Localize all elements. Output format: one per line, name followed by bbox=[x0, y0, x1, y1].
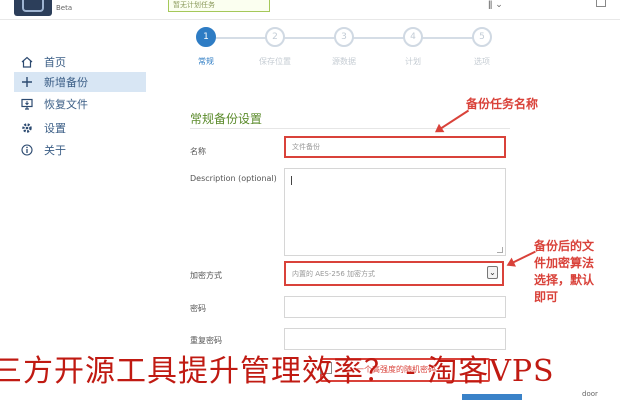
step-5-label: 选项 bbox=[474, 57, 490, 66]
name-input[interactable]: 文件备份 bbox=[284, 136, 506, 158]
info-icon bbox=[20, 143, 34, 157]
sidebar-item-about[interactable]: 关于 bbox=[20, 140, 148, 160]
sidebar-item-settings[interactable]: 设置 bbox=[20, 118, 148, 138]
gear-icon bbox=[20, 121, 34, 135]
annotation-line: 即可 bbox=[534, 290, 559, 304]
home-icon bbox=[20, 55, 34, 69]
repeat-password-label: 重复密码 bbox=[190, 336, 222, 345]
name-label: 名称 bbox=[190, 147, 206, 156]
schedule-notice: 暂无计划任务 bbox=[168, 0, 270, 12]
annotation-line: 件加密算法 bbox=[534, 256, 595, 270]
step-3-label: 源数据 bbox=[332, 57, 356, 66]
chevron-down-icon[interactable]: ⌄ bbox=[487, 266, 498, 279]
annotation-arrow-name bbox=[439, 109, 470, 130]
step-3-circle[interactable]: 3 bbox=[334, 27, 354, 47]
step-1-circle[interactable]: 1 bbox=[196, 27, 216, 47]
step-4-circle[interactable]: 4 bbox=[403, 27, 423, 47]
step-5-circle[interactable]: 5 bbox=[472, 27, 492, 47]
pause-icon[interactable]: ǁ ⌄ bbox=[488, 0, 503, 10]
sidebar-item-label: 恢复文件 bbox=[44, 98, 88, 111]
text-caret bbox=[291, 176, 292, 185]
site-watermark: 三方开源工具提升管理效率？ - 淘客VPS bbox=[0, 354, 555, 389]
sidebar-item-label: 新增备份 bbox=[44, 76, 88, 89]
annotation-line: 备份后的文 bbox=[534, 239, 595, 253]
app-logo bbox=[14, 0, 52, 16]
sidebar-item-restore[interactable]: 恢复文件 bbox=[20, 94, 148, 114]
plus-icon bbox=[20, 75, 34, 89]
sidebar-item-label: 首页 bbox=[44, 56, 66, 69]
annotation-arrow-encryption bbox=[511, 250, 536, 264]
resize-handle[interactable] bbox=[497, 247, 503, 253]
step-2-circle[interactable]: 2 bbox=[265, 27, 285, 47]
sidebar-item-label: 设置 bbox=[44, 122, 66, 135]
annotation-line: 选择，默认 bbox=[534, 273, 595, 287]
section-divider bbox=[190, 128, 510, 129]
restore-icon bbox=[20, 97, 34, 111]
encryption-selected-value: 内置的 AES-256 加密方式 bbox=[292, 269, 375, 278]
step-2-label: 保存位置 bbox=[259, 57, 291, 66]
next-button[interactable] bbox=[462, 394, 522, 400]
sidebar-item-label: 关于 bbox=[44, 144, 66, 157]
password-label: 密码 bbox=[190, 304, 206, 313]
description-textarea[interactable] bbox=[284, 168, 506, 256]
footer-text: door bbox=[582, 390, 598, 398]
annotation-encryption: 备份后的文 件加密算法 选择，默认 即可 bbox=[534, 238, 594, 306]
section-title: 常规备份设置 bbox=[190, 112, 263, 126]
password-input[interactable] bbox=[284, 296, 506, 318]
description-label: Description (optional) bbox=[190, 174, 277, 183]
annotation-task-name: 备份任务名称 bbox=[466, 97, 539, 111]
sidebar-item-home[interactable]: 首页 bbox=[20, 52, 148, 72]
window-icon[interactable] bbox=[596, 0, 606, 7]
step-4-label: 计划 bbox=[405, 57, 421, 66]
step-1-label: 常规 bbox=[198, 57, 214, 66]
sidebar-item-new-backup[interactable]: 新增备份 bbox=[14, 72, 146, 92]
beta-badge: Beta bbox=[56, 4, 73, 12]
encryption-select[interactable]: 内置的 AES-256 加密方式 ⌄ bbox=[284, 261, 504, 286]
top-bar: Beta 暂无计划任务 ǁ ⌄ bbox=[0, 0, 620, 20]
encryption-label: 加密方式 bbox=[190, 271, 222, 280]
